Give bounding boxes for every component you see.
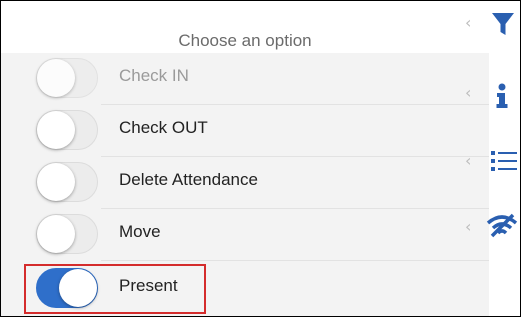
- option-row-delete-attendance[interactable]: Delete Attendance: [1, 157, 489, 209]
- check-out-toggle[interactable]: [36, 110, 98, 150]
- option-row-check-out[interactable]: Check OUT: [1, 105, 489, 157]
- option-picker-header: Choose an option: [1, 1, 489, 53]
- check-in-toggle[interactable]: [36, 58, 98, 98]
- chevron-left-icon[interactable]: ‹: [465, 13, 471, 32]
- toggle-knob: [59, 269, 97, 307]
- option-label: Present: [119, 276, 178, 295]
- chevron-left-icon[interactable]: ‹: [465, 83, 471, 102]
- option-label: Check OUT: [119, 118, 208, 137]
- toggle-knob: [37, 215, 75, 253]
- wifi-off-icon[interactable]: [486, 211, 518, 244]
- chevron-left-icon[interactable]: ‹: [465, 217, 471, 236]
- list-icon[interactable]: [490, 149, 518, 180]
- options-list: Check IN Check OUT Delete Attendance Mov…: [1, 53, 489, 316]
- side-toolbar: ‹ ‹ ‹ ‹: [465, 1, 520, 316]
- option-row-check-in[interactable]: Check IN: [1, 53, 489, 105]
- toggle-knob: [37, 111, 75, 149]
- option-label: Delete Attendance: [119, 170, 258, 189]
- row-divider: [101, 260, 489, 261]
- option-row-move[interactable]: Move: [1, 209, 489, 261]
- toggle-knob: [37, 163, 75, 201]
- filter-icon[interactable]: [491, 11, 515, 42]
- app-frame: Choose an option Check IN Check OUT Dele…: [0, 0, 521, 317]
- option-label: Check IN: [119, 66, 189, 85]
- info-icon[interactable]: [494, 83, 510, 114]
- chevron-left-icon[interactable]: ‹: [465, 151, 471, 170]
- delete-attendance-toggle[interactable]: [36, 162, 98, 202]
- option-row-present[interactable]: Present: [1, 263, 489, 315]
- present-toggle[interactable]: [36, 268, 98, 308]
- page-title: Choose an option: [178, 31, 312, 50]
- option-label: Move: [119, 222, 161, 241]
- toggle-knob: [37, 59, 75, 97]
- move-toggle[interactable]: [36, 214, 98, 254]
